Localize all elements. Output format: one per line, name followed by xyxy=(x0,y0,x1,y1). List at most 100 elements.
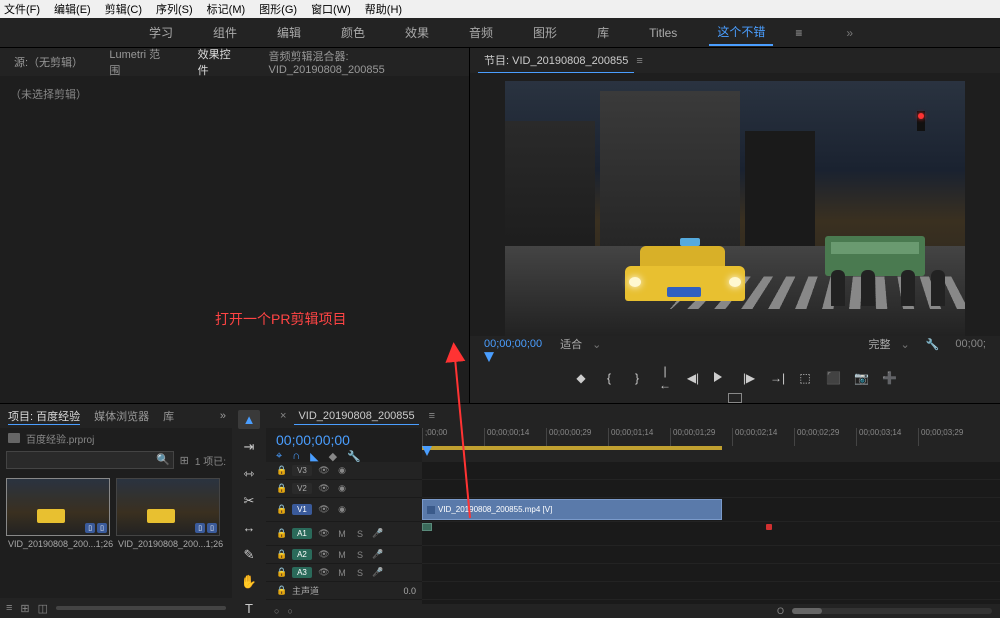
export-frame-button[interactable]: 📷 xyxy=(854,371,868,385)
go-to-in-button[interactable]: |← xyxy=(658,364,672,392)
menu-clip[interactable]: 剪辑(C) xyxy=(105,1,142,17)
eye-icon[interactable]: 👁 xyxy=(318,549,330,560)
mute-button[interactable]: M xyxy=(336,568,348,578)
search-input[interactable] xyxy=(6,451,174,469)
mute-button[interactable]: M xyxy=(336,550,348,560)
hand-tool[interactable]: ✋ xyxy=(238,572,260,591)
toggle-output-btn[interactable]: O xyxy=(777,606,784,616)
eye-icon[interactable]: 👁 xyxy=(318,567,330,578)
track-a1[interactable] xyxy=(422,522,1000,546)
track-select-tool[interactable]: ⇥ xyxy=(238,437,260,456)
track-v3[interactable] xyxy=(422,462,1000,480)
lock-icon[interactable]: 🔒 xyxy=(276,465,286,476)
program-monitor[interactable] xyxy=(470,73,1000,336)
mute-button[interactable]: M xyxy=(336,529,348,539)
ws-overflow-icon[interactable]: » xyxy=(838,22,859,44)
tab-menu-icon[interactable]: ≡ xyxy=(429,410,435,422)
menu-file[interactable]: 文件(F) xyxy=(4,1,40,17)
pen-tool[interactable]: ✎ xyxy=(238,545,260,564)
program-time-ruler[interactable] xyxy=(470,352,1000,364)
track-header-v3[interactable]: 🔒V3👁◉ xyxy=(266,462,422,480)
track-label[interactable]: A1 xyxy=(292,528,312,539)
track-label[interactable]: V1 xyxy=(292,504,312,515)
ws-graphics[interactable]: 图形 xyxy=(525,20,565,45)
ws-editing[interactable]: 编辑 xyxy=(269,20,309,45)
step-back-button[interactable]: ◀| xyxy=(686,371,700,385)
lock-icon[interactable]: 🔒 xyxy=(276,549,286,560)
track-label[interactable]: V2 xyxy=(292,483,312,494)
play-button[interactable] xyxy=(714,371,728,385)
track-header-master[interactable]: 🔒主声道0.0 xyxy=(266,582,422,600)
tab-menu-icon[interactable]: ≡ xyxy=(636,55,642,67)
timeline-zoom-scrollbar[interactable] xyxy=(792,608,992,614)
lock-icon[interactable]: 🔒 xyxy=(276,585,286,596)
tab-libraries[interactable]: 库 xyxy=(163,408,174,424)
lock-icon[interactable]: 🔒 xyxy=(276,483,286,494)
work-area-bar[interactable] xyxy=(422,446,722,450)
timeline-timecode[interactable]: 00;00;00;00 xyxy=(276,432,412,448)
solo-button[interactable]: S xyxy=(354,550,366,560)
program-timecode[interactable]: 00;00;00;00 xyxy=(484,338,542,350)
marker-icon[interactable] xyxy=(766,524,772,530)
safe-margins-icon[interactable] xyxy=(728,393,742,403)
tab-source[interactable]: 源:（无剪辑） xyxy=(8,50,87,74)
settings-icon[interactable]: 🔧 xyxy=(926,338,940,351)
track-master[interactable] xyxy=(422,582,1000,600)
ws-library[interactable]: 库 xyxy=(589,20,617,45)
add-marker-button[interactable]: ◆ xyxy=(574,371,588,385)
track-header-v1[interactable]: 🔒 V1 👁 ◉ xyxy=(266,498,422,522)
toggle-icon[interactable]: ○ xyxy=(274,606,279,616)
type-tool[interactable]: T xyxy=(238,599,260,618)
output-icon[interactable]: ◉ xyxy=(336,504,348,515)
slip-tool[interactable]: ↔ xyxy=(238,518,260,537)
menu-marker[interactable]: 标记(M) xyxy=(207,1,246,17)
track-a3[interactable] xyxy=(422,564,1000,582)
icon-view-icon[interactable]: ⊞ xyxy=(20,602,29,615)
extract-button[interactable]: ⬛ xyxy=(826,371,840,385)
menu-graphics[interactable]: 图形(G) xyxy=(259,1,297,17)
menu-help[interactable]: 帮助(H) xyxy=(365,1,402,17)
search-icon[interactable]: 🔍 xyxy=(156,453,170,466)
eye-icon[interactable]: 👁 xyxy=(318,528,330,539)
video-clip[interactable]: VID_20190808_200855.mp4 [V] xyxy=(422,499,722,520)
sequence-tab[interactable]: VID_20190808_200855 xyxy=(294,408,418,425)
track-header-a2[interactable]: 🔒A2👁MS🎤 xyxy=(266,546,422,564)
track-label[interactable]: A3 xyxy=(292,567,312,578)
track-v1[interactable]: VID_20190808_200855.mp4 [V] xyxy=(422,498,1000,522)
eye-icon[interactable]: 👁 xyxy=(318,483,330,494)
audio-clip[interactable] xyxy=(422,523,432,531)
mark-in-button[interactable]: { xyxy=(602,371,616,385)
zoom-slider[interactable] xyxy=(56,606,226,610)
track-content[interactable]: VID_20190808_200855.mp4 [V] xyxy=(422,462,1000,604)
track-v2[interactable] xyxy=(422,480,1000,498)
track-header-a1[interactable]: 🔒 A1 👁 MS 🎤 xyxy=(266,522,422,546)
search-options-icon[interactable]: ⊞ xyxy=(180,454,189,467)
track-a2[interactable] xyxy=(422,546,1000,564)
tab-project[interactable]: 项目: 百度经验 xyxy=(8,408,80,425)
project-item[interactable]: ▯▯ VID_20190808_200...1;26 xyxy=(116,478,220,592)
ws-titles[interactable]: Titles xyxy=(641,22,685,44)
lift-button[interactable]: ⬚ xyxy=(798,371,812,385)
lock-icon[interactable]: 🔒 xyxy=(276,504,286,515)
output-icon[interactable]: ◉ xyxy=(336,483,348,494)
eye-icon[interactable]: 👁 xyxy=(318,465,330,476)
tab-media-browser[interactable]: 媒体浏览器 xyxy=(94,408,149,424)
mic-icon[interactable]: 🎤 xyxy=(372,528,384,539)
lock-icon[interactable]: 🔒 xyxy=(276,528,286,539)
mic-icon[interactable]: 🎤 xyxy=(372,567,384,578)
solo-button[interactable]: S xyxy=(354,529,366,539)
tab-audio-mixer[interactable]: 音频剪辑混合器: VID_20190808_200855 xyxy=(263,44,469,80)
program-playhead[interactable] xyxy=(484,352,494,362)
ws-custom[interactable]: 这个不错 xyxy=(709,19,773,46)
ws-menu-icon[interactable]: ≡ xyxy=(787,22,810,44)
button-editor-button[interactable]: ➕ xyxy=(882,371,896,385)
ws-effects[interactable]: 效果 xyxy=(397,20,437,45)
lock-icon[interactable]: 🔒 xyxy=(276,567,286,578)
mic-icon[interactable]: 🎤 xyxy=(372,549,384,560)
freeform-view-icon[interactable]: ◫ xyxy=(38,602,48,615)
ws-audio[interactable]: 音频 xyxy=(461,20,501,45)
eye-icon[interactable]: 👁 xyxy=(318,504,330,515)
razor-tool[interactable]: ✂ xyxy=(238,491,260,510)
list-view-icon[interactable]: ≡ xyxy=(6,602,12,614)
timeline-playhead[interactable] xyxy=(422,446,432,456)
